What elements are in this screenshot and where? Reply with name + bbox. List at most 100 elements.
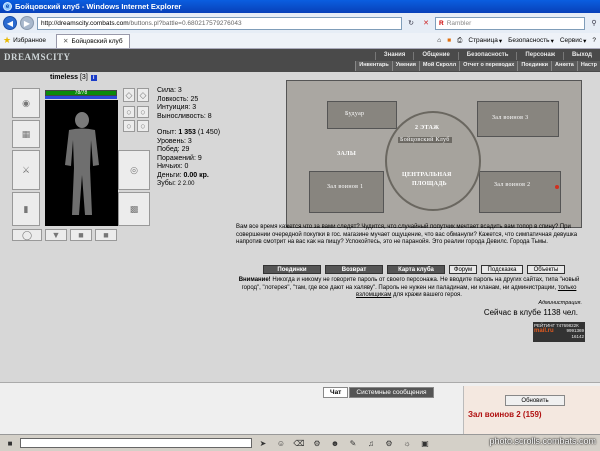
send-icon[interactable]: ➤ <box>258 438 268 448</box>
clear-icon[interactable]: ⌫ <box>293 438 304 448</box>
top-menu-item[interactable]: Безопасность <box>457 52 517 60</box>
legs-slot[interactable]: ▮ <box>12 192 40 226</box>
safety-menu[interactable]: Безопасность ▾ <box>508 37 554 45</box>
ie-logo-icon: e <box>3 2 12 11</box>
users-icon[interactable]: ☻ <box>330 438 340 448</box>
refresh-icon[interactable]: ↻ <box>405 18 417 29</box>
back-game-button[interactable]: Возврат <box>325 265 383 274</box>
weapon-slot[interactable]: ⚔ <box>12 150 40 190</box>
ring1-slot[interactable]: ○ <box>123 106 135 118</box>
map-hall1-room[interactable] <box>309 171 384 213</box>
print-button[interactable]: ⎙ <box>457 37 462 45</box>
forward-button[interactable]: ▶ <box>20 16 34 30</box>
teeth-values: ⁢2 ⁢2.00 <box>177 181 195 187</box>
top-menu-item[interactable]: Персонаж <box>516 52 563 60</box>
stat-agility: Ловкость: 25 <box>157 95 199 103</box>
ring4-slot[interactable]: ○ <box>137 120 149 132</box>
tab-system-messages[interactable]: Системные сообщения <box>349 387 434 398</box>
gloves-slot[interactable]: ■ <box>95 229 117 241</box>
help-button[interactable]: ? <box>592 37 596 44</box>
stat-draws: Ничьих: 0 <box>157 163 189 170</box>
warning-text: Никогда и никому не говорите пароль от с… <box>241 277 580 291</box>
bracer-slot[interactable]: ▩ <box>118 192 150 226</box>
game-logo: DREAMSCITY <box>4 52 71 62</box>
home-button[interactable]: ⌂ <box>437 37 441 44</box>
translate-icon[interactable]: ✎ <box>348 438 358 448</box>
mailru-logo: mail.ru <box>534 328 554 334</box>
sub-menu-item[interactable]: Умения <box>391 61 419 71</box>
emotion-icon[interactable]: ☼ <box>402 438 412 448</box>
action-buttons: Поединки Возврат Карта клуба Форум Подск… <box>263 265 565 274</box>
window-titlebar: e Бойцовский клуб - Windows Internet Exp… <box>0 0 600 13</box>
bottom-toolbar: ■ ➤ ☺ ⌫ ⚙ ☻ ✎ ♫ ⚙ ☼ ▣ photo.scrolls.comb… <box>0 434 600 451</box>
password-warning: Внимание! Никогда и никому не говорите п… <box>236 277 582 300</box>
safety-menu-label: Безопасность <box>508 37 550 44</box>
armor-slot[interactable]: ▦ <box>12 120 40 148</box>
sub-menu-item[interactable]: Настр <box>576 61 600 71</box>
sub-menu-item[interactable]: Анкета <box>551 61 577 71</box>
counter-value2: 16142 <box>571 334 584 339</box>
club-map-button[interactable]: Карта клуба <box>387 265 445 274</box>
browser-tab[interactable]: ✕ Бойцовский клуб <box>56 33 130 48</box>
lock-icon[interactable]: ▣ <box>420 438 430 448</box>
shield-slot[interactable]: ◎ <box>118 150 150 190</box>
map-label-halls: ЗАЛЫ <box>337 151 357 157</box>
top-menu-item[interactable]: Выход <box>562 52 600 60</box>
ring2-slot[interactable]: ○ <box>137 106 149 118</box>
ring3-slot[interactable]: ○ <box>123 120 135 132</box>
address-bar: ◀ ▶ http://dreamscity.combats.com/button… <box>0 13 600 33</box>
sub-menu-item[interactable]: Инвентарь <box>355 61 391 71</box>
top-menu-item[interactable]: Знания <box>374 52 414 60</box>
teeth-label: Зубы: <box>157 180 178 187</box>
smile-icon[interactable]: ☺ <box>276 438 286 448</box>
refresh-button[interactable]: Обновить <box>505 395 565 406</box>
page-menu[interactable]: Страница ▾ <box>468 37 502 45</box>
boots-slot[interactable]: ▼ <box>45 229 67 241</box>
amulet-slot[interactable]: ◇ <box>123 88 135 102</box>
tab-chat[interactable]: Чат <box>323 387 349 398</box>
chat-input[interactable] <box>20 438 252 448</box>
online-count: Сейчас в клубе 1138 чел. <box>483 308 578 317</box>
sub-menu-item[interactable]: Мой Скролл <box>418 61 459 71</box>
fights-button[interactable]: Поединки <box>263 265 321 274</box>
character-level: [3] <box>79 74 88 81</box>
map-hall2-room[interactable] <box>479 171 561 213</box>
search-input[interactable]: R Rambler <box>435 16 585 30</box>
earring-slot[interactable]: ◇ <box>137 88 149 102</box>
url-input[interactable]: http://dreamscity.combats.com/buttons.pl… <box>37 16 402 30</box>
search-icon[interactable]: ⚲ <box>588 18 600 29</box>
ring-slot[interactable]: ◯ <box>12 229 42 241</box>
back-button[interactable]: ◀ <box>3 16 17 30</box>
favorites-label: Избранное <box>13 37 47 44</box>
favorites-button[interactable]: ★ Избранное <box>3 35 52 46</box>
top-menu-item[interactable]: Общение <box>413 52 457 60</box>
belt-slot[interactable]: ■ <box>70 229 92 241</box>
game-main: timeless [3] i 78/78 ◉ ▦ ⚔ ▮ ◯ ▼ ■ ■ ◇ ◇… <box>0 72 600 382</box>
info-icon[interactable]: i <box>90 75 97 81</box>
character-stats: Сила: 3 Ловкость: 25 Интуиция: 3 Выносли… <box>157 87 220 189</box>
feeds-button[interactable]: ■ <box>447 37 451 44</box>
helmet-slot[interactable]: ◉ <box>12 88 40 118</box>
ads-button[interactable]: Объекты <box>527 265 565 274</box>
chat-menu-icon[interactable]: ■ <box>5 438 15 448</box>
city-description: Вам все время кажется что за вами следят… <box>236 224 578 245</box>
sub-menu-item[interactable]: Поединки <box>517 61 551 71</box>
experience-value: 1 353 <box>178 129 196 136</box>
club-map: Будуар 2 ЭТАЖ Бойцовский Клуб ЗАЛЫ ЦЕНТР… <box>286 80 582 228</box>
stat-strength: Сила: 3 <box>157 87 182 94</box>
forum-button[interactable]: Форум <box>449 265 477 274</box>
stop-icon[interactable]: ✕ <box>420 18 432 29</box>
mailru-counter[interactable]: РЕЙТИНГ 74769822К mail.ru 9991369 16142 <box>533 322 585 342</box>
stat-wins: Побед: 29 <box>157 146 190 153</box>
url-host: http://dreamscity.combats.com <box>41 19 129 27</box>
filter-icon[interactable]: ⚙ <box>312 438 322 448</box>
search-placeholder: Rambler <box>446 19 472 27</box>
warning-label: Внимание! <box>238 277 271 283</box>
hint-button[interactable]: Подсказка <box>481 265 523 274</box>
map-label-hall2: Зал воинов 2 <box>494 182 531 188</box>
settings-icon[interactable]: ⚙ <box>384 438 394 448</box>
sound-icon[interactable]: ♫ <box>366 438 376 448</box>
service-menu[interactable]: Сервис ▾ <box>560 37 587 45</box>
game-header: DREAMSCITY Знания Общение Безопасность П… <box>0 49 600 72</box>
sub-menu-item[interactable]: Отчет о переводах <box>459 61 517 71</box>
